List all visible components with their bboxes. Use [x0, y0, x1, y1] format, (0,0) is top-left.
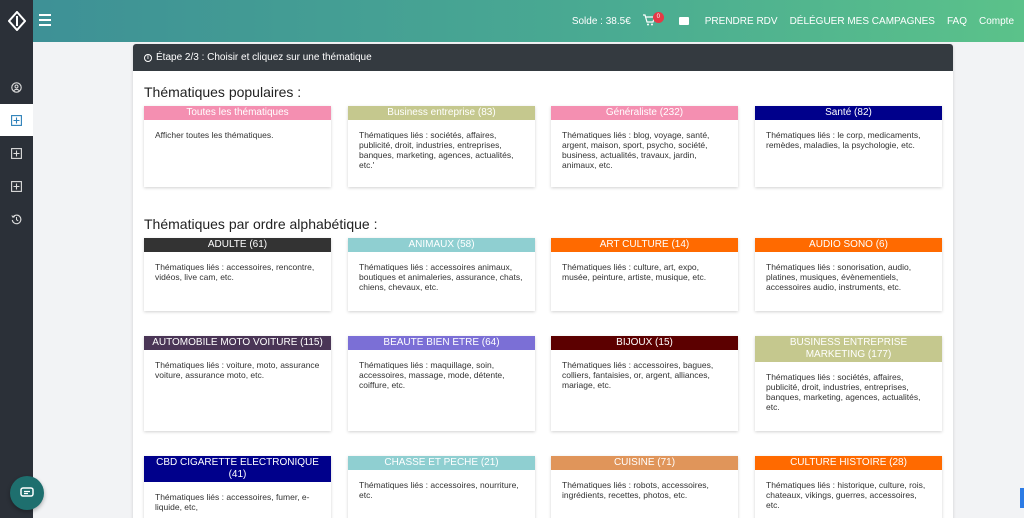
theme-card-description: Thématiques liés : culture, art, expo, m…: [562, 262, 707, 282]
plus-square-icon: [11, 180, 22, 192]
theme-card-label: AUDIO SONO (6): [755, 238, 942, 252]
nav-deleguer-campagnes[interactable]: DÉLÉGUER MES CAMPAGNES: [790, 16, 935, 27]
theme-card[interactable]: ART CULTURE (14) Thématiques liés : cultu…: [551, 238, 738, 311]
logo-icon: [7, 11, 26, 31]
theme-card[interactable]: CBD CIGARETTE ELECTRONIQUE (41) Thématiqu…: [144, 456, 331, 518]
theme-card-description: Thématiques liés : sociétés, affaires, p…: [766, 372, 921, 412]
user-circle-icon: [11, 81, 22, 93]
history-icon: [11, 214, 22, 224]
cart-count-badge: 0: [652, 12, 664, 23]
theme-card-label: ADULTE (61): [144, 238, 331, 252]
theme-card-label: CULTURE HISTOIRE (28): [755, 456, 942, 470]
theme-card-label: ANIMAUX (58): [348, 238, 535, 252]
popular-section-title: Thématiques populaires :: [144, 84, 302, 100]
nav-faq[interactable]: FAQ: [947, 16, 967, 27]
sidebar-item-add-2[interactable]: [0, 137, 33, 169]
theme-card[interactable]: Business entreprise (83) Thématiques liés…: [348, 106, 535, 187]
sidebar-item-profile[interactable]: [0, 71, 33, 103]
theme-card[interactable]: CULTURE HISTOIRE (28) Thématiques liés : …: [755, 456, 942, 518]
theme-card-description: Thématiques liés : accessoires, bagues, …: [562, 360, 714, 390]
theme-card-description: Thématiques liés : sociétés, affaires, p…: [359, 130, 514, 170]
sidebar-item-add-3[interactable]: [0, 170, 33, 202]
theme-card-label: BUSINESS ENTREPRISE MARKETING (177): [755, 336, 942, 362]
theme-card[interactable]: BIJOUX (15) Thématiques liés : accessoire…: [551, 336, 738, 431]
theme-card-description: Thématiques liés : le corp, medicaments,…: [766, 130, 921, 150]
balance: Solde : 38.5€: [571, 15, 631, 27]
theme-card-label: CHASSE ET PECHE (21): [348, 456, 535, 470]
theme-card-description: Thématiques liés : robots, accessoires, …: [562, 480, 709, 500]
info-icon: i: [144, 53, 152, 62]
plus-square-icon: [11, 147, 22, 159]
theme-card[interactable]: BUSINESS ENTREPRISE MARKETING (177) Théma…: [755, 336, 942, 431]
chat-icon: [20, 487, 34, 497]
cart-button[interactable]: 0: [642, 12, 665, 28]
theme-card[interactable]: AUTOMOBILE MOTO VOITURE (115) Thématiques…: [144, 336, 331, 431]
theme-card-description: Thématiques liés : accessoires animaux, …: [359, 262, 523, 292]
theme-selection-panel: i Étape 2/3 : Choisir et cliquez sur une…: [133, 44, 953, 518]
theme-card-label: AUTOMOBILE MOTO VOITURE (115): [144, 336, 331, 350]
theme-card-description: Thématiques liés : accessoires, fumer, e…: [155, 492, 310, 512]
theme-card-label: ART CULTURE (14): [551, 238, 738, 252]
chat-button[interactable]: [10, 476, 44, 510]
theme-card-label: CBD CIGARETTE ELECTRONIQUE (41): [144, 456, 331, 482]
sidebar-item-add-active[interactable]: [0, 104, 33, 136]
theme-card[interactable]: Toutes les thématiques Afficher toutes le…: [144, 106, 331, 187]
theme-card[interactable]: ADULTE (61) Thématiques liés : accessoire…: [144, 238, 331, 311]
nav-compte[interactable]: Compte: [979, 16, 1014, 27]
theme-card[interactable]: Santé (82) Thématiques liés : le corp, me…: [755, 106, 942, 187]
hamburger-menu-icon[interactable]: [39, 14, 51, 26]
logo[interactable]: [0, 0, 33, 42]
sidebar-item-history[interactable]: [0, 203, 33, 235]
mail-icon[interactable]: [678, 17, 689, 25]
panel-header: i Étape 2/3 : Choisir et cliquez sur une…: [133, 44, 953, 71]
theme-card-description: Thématiques liés : historique, culture, …: [766, 480, 926, 510]
theme-card[interactable]: ANIMAUX (58) Thématiques liés : accessoir…: [348, 238, 535, 311]
theme-card-label: CUISINE (71): [551, 456, 738, 470]
theme-card-label: Toutes les thématiques: [144, 106, 331, 120]
theme-card-description: Thématiques liés : accessoires, rencontr…: [155, 262, 315, 282]
theme-card[interactable]: BEAUTE BIEN ETRE (64) Thématiques liés : …: [348, 336, 535, 431]
nav-prendre-rdv[interactable]: PRENDRE RDV: [705, 16, 778, 27]
theme-card-label: Santé (82): [755, 106, 942, 120]
theme-card-label: BEAUTE BIEN ETRE (64): [348, 336, 535, 350]
scroll-tab[interactable]: [1020, 488, 1024, 508]
theme-card[interactable]: CHASSE ET PECHE (21) Thématiques liés : a…: [348, 456, 535, 518]
theme-card-description: Thématiques liés : maquillage, soin, acc…: [359, 360, 505, 390]
theme-card-label: Généraliste (232): [551, 106, 738, 120]
theme-card-description: Thématiques liés : voiture, moto, assura…: [155, 360, 320, 380]
alpha-section-title: Thématiques par ordre alphabétique :: [144, 216, 378, 232]
sidebar: [0, 42, 33, 518]
theme-card[interactable]: Généraliste (232) Thématiques liés : blog…: [551, 106, 738, 187]
top-bar: Solde : 38.5€ 0 PRENDRE RDV DÉLÉGUER MES…: [0, 0, 1024, 42]
plus-square-icon: [11, 114, 22, 126]
top-nav: Solde : 38.5€ 0 PRENDRE RDV DÉLÉGUER MES…: [560, 0, 1014, 42]
theme-card-description: Thématiques liés : sonorisation, audio, …: [766, 262, 912, 292]
theme-card[interactable]: AUDIO SONO (6) Thématiques liés : sonoris…: [755, 238, 942, 311]
theme-card[interactable]: CUISINE (71) Thématiques liés : robots, a…: [551, 456, 738, 518]
theme-card-description: Thématiques liés : accessoires, nourritu…: [359, 480, 519, 500]
theme-card-label: BIJOUX (15): [551, 336, 738, 350]
theme-card-description: Thématiques liés : blog, voyage, santé, …: [562, 130, 710, 170]
theme-card-label: Business entreprise (83): [348, 106, 535, 120]
theme-card-description: Afficher toutes les thématiques.: [155, 130, 274, 140]
panel-header-title: Étape 2/3 : Choisir et cliquez sur une t…: [156, 52, 372, 63]
